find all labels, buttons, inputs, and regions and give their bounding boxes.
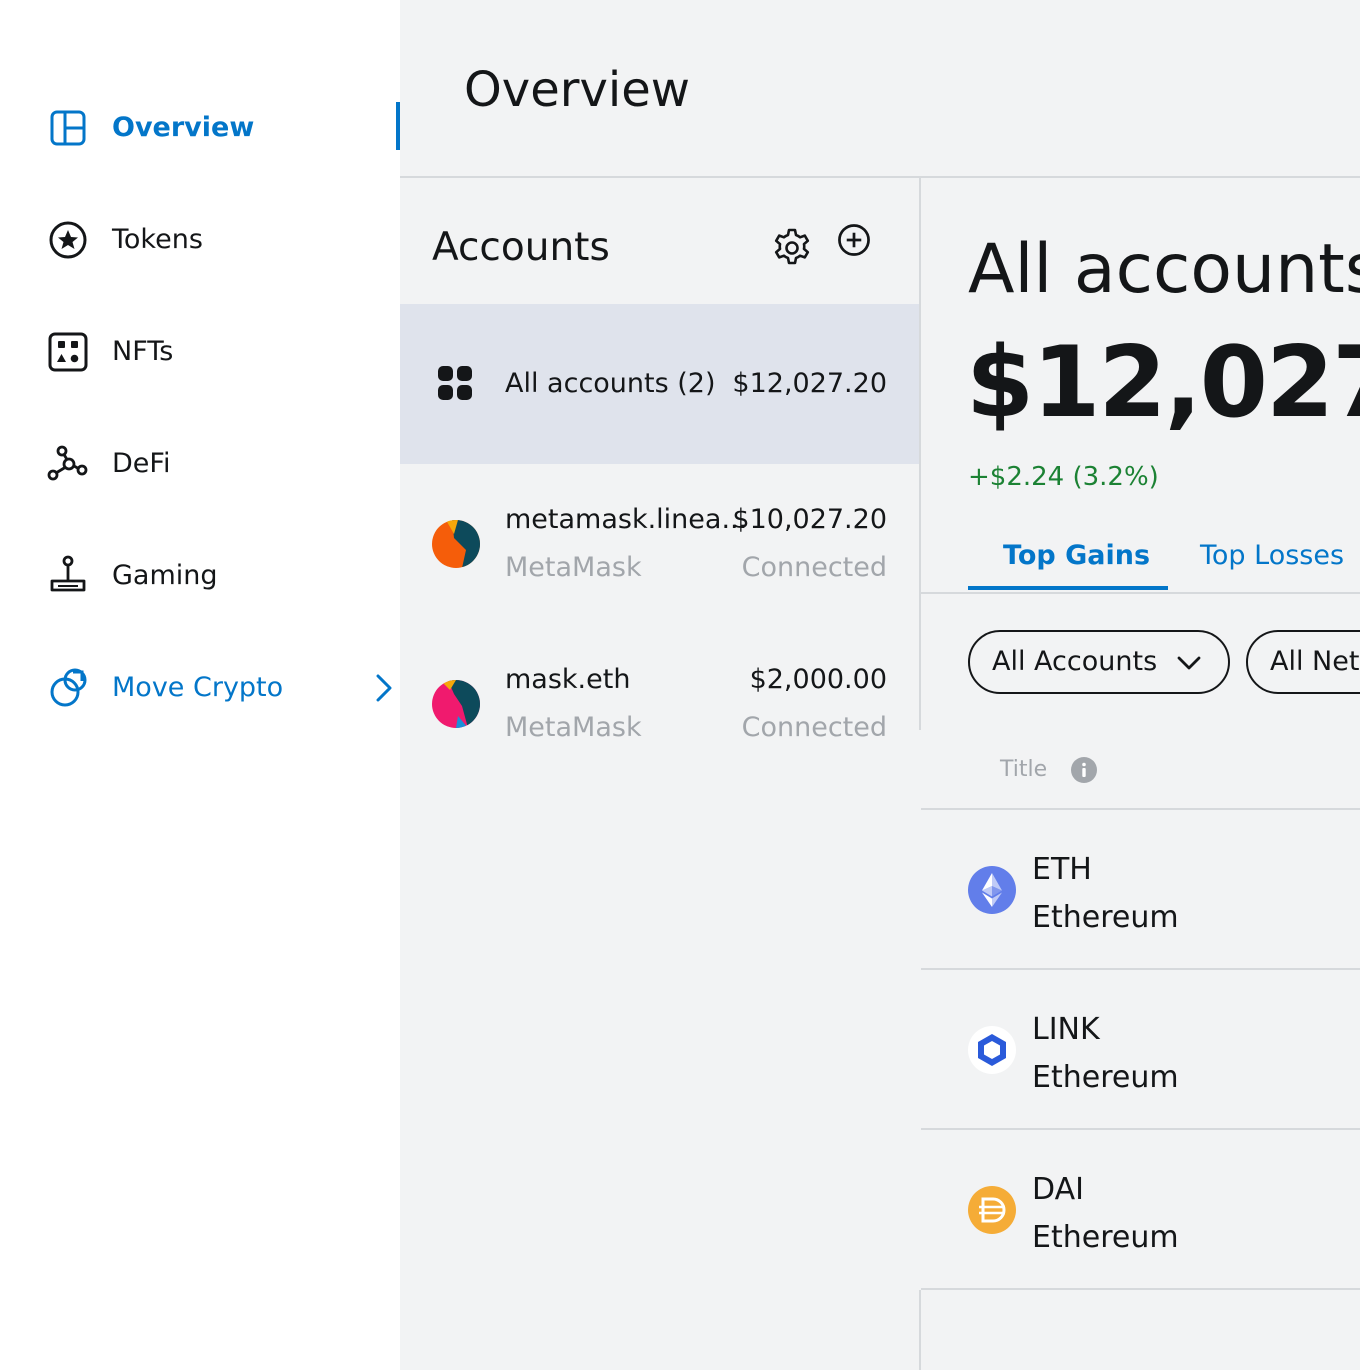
accounts-title: Accounts	[432, 225, 610, 270]
token-network: Ethereum	[1032, 1060, 1179, 1095]
account-amount: $2,000.00	[749, 664, 887, 695]
accounts-panel: Accounts All accounts (2) $12,027.20 met…	[400, 178, 920, 1370]
token-symbol: DAI	[1032, 1172, 1084, 1207]
account-avatar	[432, 520, 480, 568]
tokens-icon	[49, 221, 87, 259]
active-tab-underline	[968, 586, 1168, 590]
sidebar-item-label: DeFi	[112, 448, 171, 479]
network-filter-label: All Net	[1270, 646, 1360, 677]
account-wallet: MetaMask	[505, 712, 642, 743]
info-icon[interactable]	[1070, 756, 1098, 784]
sidebar-item-nfts[interactable]: NFTs	[0, 312, 400, 392]
link-icon	[968, 1026, 1016, 1074]
account-row[interactable]: metamask.linea... $10,027.20 MetaMask Co…	[400, 464, 920, 624]
account-amount: $12,027.20	[732, 368, 887, 399]
nfts-icon	[48, 332, 88, 372]
sidebar-item-overview[interactable]: Overview	[0, 88, 400, 168]
settings-gear-icon[interactable]	[768, 224, 816, 272]
account-avatar	[432, 680, 480, 728]
detail-title: All accounts	[968, 230, 1360, 309]
token-network: Ethereum	[1032, 900, 1179, 935]
row-divider	[921, 1288, 1360, 1290]
account-wallet: MetaMask	[505, 552, 642, 583]
chevron-down-icon	[1177, 656, 1201, 670]
overview-icon	[50, 110, 86, 146]
tab-top-losses[interactable]: Top Losses	[1200, 538, 1344, 574]
sidebar-item-defi[interactable]: DeFi	[0, 424, 400, 504]
move-crypto-icon	[50, 668, 87, 707]
account-row-all[interactable]: All accounts (2) $12,027.20	[400, 304, 920, 464]
page-title: Overview	[464, 62, 690, 118]
sidebar-item-gaming[interactable]: Gaming	[0, 536, 400, 616]
token-row[interactable]: LINK Ethereum	[921, 970, 1360, 1130]
sidebar-item-label: Gaming	[112, 560, 218, 591]
account-name: All accounts (2)	[505, 368, 716, 399]
tab-top-gains[interactable]: Top Gains	[1003, 538, 1150, 574]
account-name: mask.eth	[505, 664, 631, 695]
sidebar-item-tokens[interactable]: Tokens	[0, 200, 400, 280]
sidebar-item-label: NFTs	[112, 336, 174, 367]
total-balance: $12,027.0	[966, 326, 1360, 440]
account-name: metamask.linea...	[505, 504, 748, 535]
sidebar-item-label: Tokens	[112, 224, 203, 255]
defi-icon	[47, 445, 88, 481]
network-filter-dropdown[interactable]: All Net	[1246, 630, 1360, 694]
account-amount: $10,027.20	[732, 504, 887, 535]
account-status: Connected	[741, 712, 887, 743]
page-header: Overview	[400, 0, 1360, 178]
eth-icon	[968, 866, 1016, 914]
sidebar-item-label: Move Crypto	[112, 672, 284, 703]
column-title: Title	[1000, 757, 1048, 782]
chevron-right-icon	[376, 674, 392, 702]
sidebar-item-label: Overview	[112, 112, 255, 143]
account-row[interactable]: mask.eth $2,000.00 MetaMask Connected	[400, 624, 920, 784]
token-row[interactable]: ETH Ethereum	[921, 810, 1360, 970]
gaming-icon	[50, 555, 86, 592]
tab-divider	[921, 592, 1360, 594]
sidebar-item-move-crypto[interactable]: Move Crypto	[0, 648, 400, 728]
add-account-icon[interactable]	[834, 218, 874, 262]
account-filter-dropdown[interactable]: All Accounts	[968, 630, 1230, 694]
token-symbol: ETH	[1032, 852, 1092, 887]
account-filter-label: All Accounts	[992, 646, 1158, 677]
sidebar: Overview Tokens NFTs DeFi Gaming Move Cr…	[0, 0, 400, 1370]
token-network: Ethereum	[1032, 1220, 1179, 1255]
token-symbol: LINK	[1032, 1012, 1100, 1047]
balance-change: +$2.24 (3.2%)	[968, 462, 1159, 492]
grid-icon	[438, 366, 472, 400]
account-detail-panel: All accounts $12,027.0 +$2.24 (3.2%) Top…	[921, 178, 1360, 1370]
token-row[interactable]: DAI Ethereum	[921, 1130, 1360, 1290]
dai-icon	[968, 1186, 1016, 1234]
account-status: Connected	[741, 552, 887, 583]
